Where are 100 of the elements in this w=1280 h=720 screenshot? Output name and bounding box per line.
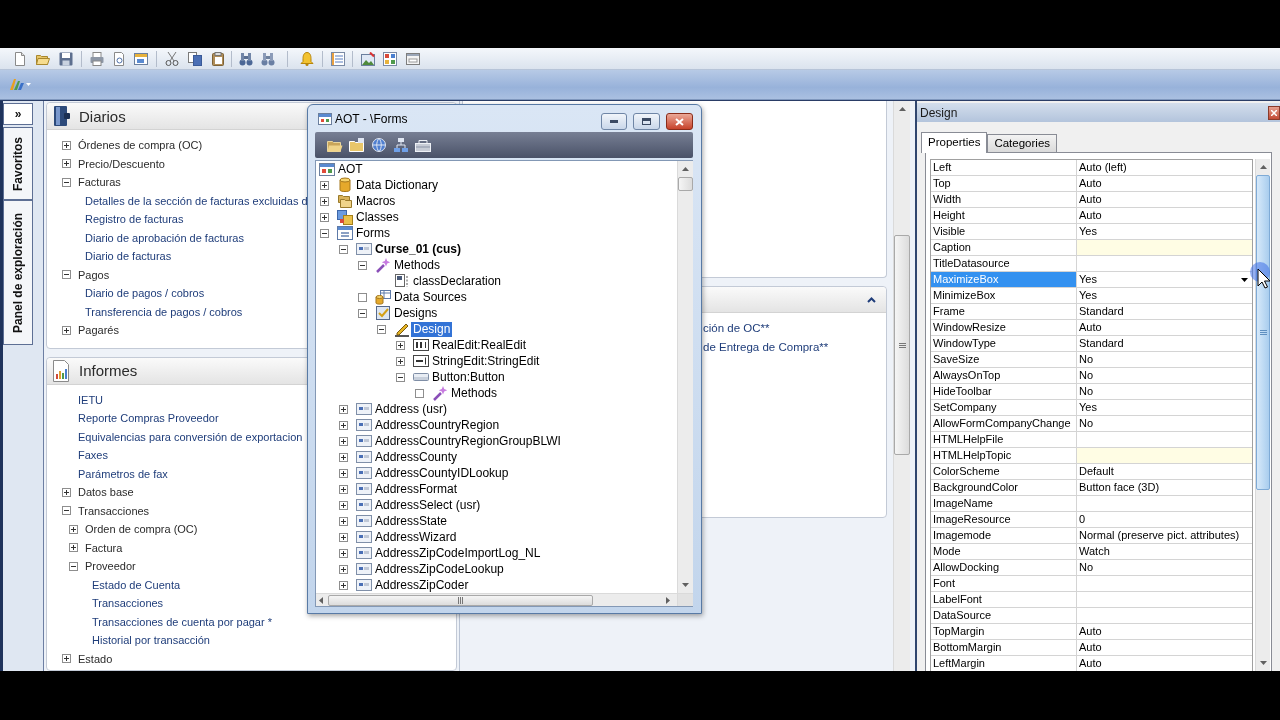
new-document-icon[interactable] — [13, 51, 27, 66]
plus-box-icon[interactable] — [62, 159, 71, 169]
plus-box-icon[interactable] — [339, 532, 348, 542]
nav-link[interactable]: Estado de Cuenta — [92, 578, 181, 591]
property-name[interactable]: SetCompany — [931, 400, 1077, 416]
binoculars-icon[interactable] — [239, 51, 253, 66]
tree-node[interactable]: Button:Button — [430, 369, 507, 385]
plus-box-icon[interactable] — [62, 140, 71, 150]
property-name[interactable]: Height — [931, 208, 1077, 224]
plus-box-icon[interactable] — [396, 356, 405, 366]
property-name[interactable]: Caption — [931, 240, 1077, 256]
property-value-field[interactable]: Auto — [1077, 640, 1252, 656]
plus-box-icon[interactable] — [320, 180, 329, 190]
plus-box-icon[interactable] — [69, 543, 78, 553]
nav-group[interactable]: Órdenes de compra (OC) — [78, 139, 203, 152]
scroll-down-icon[interactable] — [1259, 661, 1267, 665]
nav-link[interactable]: Equivalencias para conversión de exportacion — [78, 430, 303, 443]
tree-node[interactable]: RealEdit:RealEdit — [430, 337, 529, 353]
nav-group[interactable]: Transacciones — [78, 504, 150, 517]
print-preview-icon[interactable] — [112, 51, 126, 66]
scrollbar[interactable] — [677, 161, 693, 593]
window-icon[interactable] — [406, 51, 420, 66]
minus-box-icon[interactable] — [339, 244, 348, 254]
minus-box-icon[interactable] — [62, 270, 71, 280]
tree-node[interactable]: Designs — [392, 305, 440, 321]
close-button[interactable] — [1268, 105, 1280, 120]
property-value-field[interactable]: Yes — [1077, 400, 1252, 416]
copy-icon[interactable] — [188, 51, 202, 66]
property-name[interactable]: Font — [931, 576, 1077, 592]
tree-node[interactable]: AddressCountryRegionGroupBLWI — [373, 433, 563, 449]
nav-link[interactable]: Faxes — [78, 449, 108, 462]
plus-box-icon[interactable] — [339, 404, 348, 414]
scrollbar[interactable] — [893, 101, 910, 671]
print-icon[interactable] — [90, 51, 104, 66]
tree-node[interactable]: AddressCountyIDLookup — [373, 465, 511, 481]
property-name[interactable]: WindowResize — [931, 320, 1077, 336]
property-name[interactable]: Visible — [931, 224, 1077, 240]
property-value-field[interactable]: Auto — [1077, 176, 1252, 192]
minus-box-icon[interactable] — [69, 561, 78, 571]
property-value-field[interactable]: Standard — [1077, 304, 1252, 320]
scrollbar-thumb[interactable] — [328, 594, 593, 606]
plus-box-icon[interactable] — [339, 500, 348, 510]
collapse-button[interactable]: » — [3, 103, 33, 125]
property-name[interactable]: LeftMargin — [931, 656, 1077, 671]
nav-group[interactable]: Factura — [85, 541, 123, 554]
plus-box-icon[interactable] — [339, 580, 348, 590]
plus-box-icon[interactable] — [339, 548, 348, 558]
property-name[interactable]: ImageResource — [931, 512, 1077, 528]
plus-box-icon[interactable] — [339, 452, 348, 462]
scrollbar-thumb[interactable] — [894, 235, 910, 455]
property-name[interactable]: Top — [931, 176, 1077, 192]
window-icon[interactable] — [134, 51, 148, 66]
folder-icon[interactable] — [349, 137, 365, 153]
scrollbar-thumb[interactable] — [678, 177, 693, 191]
property-value-field[interactable]: Watch — [1077, 544, 1252, 560]
chevron-up-icon[interactable] — [867, 296, 876, 303]
scrollbar[interactable] — [316, 593, 677, 606]
tree-node[interactable]: Methods — [449, 385, 500, 401]
scroll-down-icon[interactable] — [682, 583, 689, 587]
save-icon[interactable] — [59, 51, 73, 66]
tree-icon[interactable] — [393, 137, 409, 153]
tree-node[interactable]: AddressCountryRegion — [373, 417, 502, 433]
property-name[interactable]: Frame — [931, 304, 1077, 320]
cut-icon[interactable] — [165, 51, 179, 66]
tree-node[interactable]: AddressWizard — [373, 529, 459, 545]
property-value-field[interactable]: No — [1077, 560, 1252, 576]
binoculars-icon[interactable] — [261, 51, 275, 66]
tree-node[interactable]: AddressCounty — [373, 449, 460, 465]
nav-group[interactable]: Precio/Descuento — [78, 157, 165, 170]
tree-node[interactable]: AOT — [336, 161, 365, 177]
paste-icon[interactable] — [211, 51, 225, 66]
plus-box-icon[interactable] — [69, 524, 78, 534]
property-name[interactable]: ImageName — [931, 496, 1077, 512]
property-value-field[interactable]: Auto — [1077, 320, 1252, 336]
nav-link[interactable]: Registro de facturas — [85, 213, 184, 226]
plus-box-icon[interactable] — [62, 487, 71, 497]
toolbox-icon[interactable] — [415, 137, 431, 153]
plus-box-icon[interactable] — [339, 468, 348, 478]
nav-group[interactable]: Datos base — [78, 486, 134, 499]
tree-node[interactable]: AddressZipCoder — [373, 577, 471, 593]
plus-box-icon[interactable] — [396, 340, 405, 350]
property-value-field[interactable]: No — [1077, 368, 1252, 384]
report-link[interactable]: de Entrega de Compra** — [703, 338, 829, 357]
nav-link[interactable]: Diario de pagos / cobros — [85, 287, 205, 300]
plus-box-icon[interactable] — [320, 196, 329, 206]
property-name[interactable]: AllowDocking — [931, 560, 1077, 576]
tab[interactable]: Properties — [921, 132, 988, 153]
plus-box-icon[interactable] — [62, 654, 71, 664]
property-name[interactable]: TopMargin — [931, 624, 1077, 640]
property-name[interactable]: ColorScheme — [931, 464, 1077, 480]
tree-node[interactable]: Methods — [392, 257, 443, 273]
tree-node[interactable]: Address (usr) — [373, 401, 450, 417]
property-value-field[interactable]: 0 — [1077, 512, 1252, 528]
property-name[interactable]: AlwaysOnTop — [931, 368, 1077, 384]
property-value-field[interactable] — [1077, 448, 1252, 464]
plus-box-icon[interactable] — [339, 420, 348, 430]
property-value-field[interactable]: Standard — [1077, 336, 1252, 352]
nav-link[interactable]: Reporte Compras Proveedor — [78, 412, 219, 425]
property-value-field[interactable]: Normal (preserve pict. attributes) — [1077, 528, 1252, 544]
tree-node[interactable]: StringEdit:StringEdit — [430, 353, 542, 369]
